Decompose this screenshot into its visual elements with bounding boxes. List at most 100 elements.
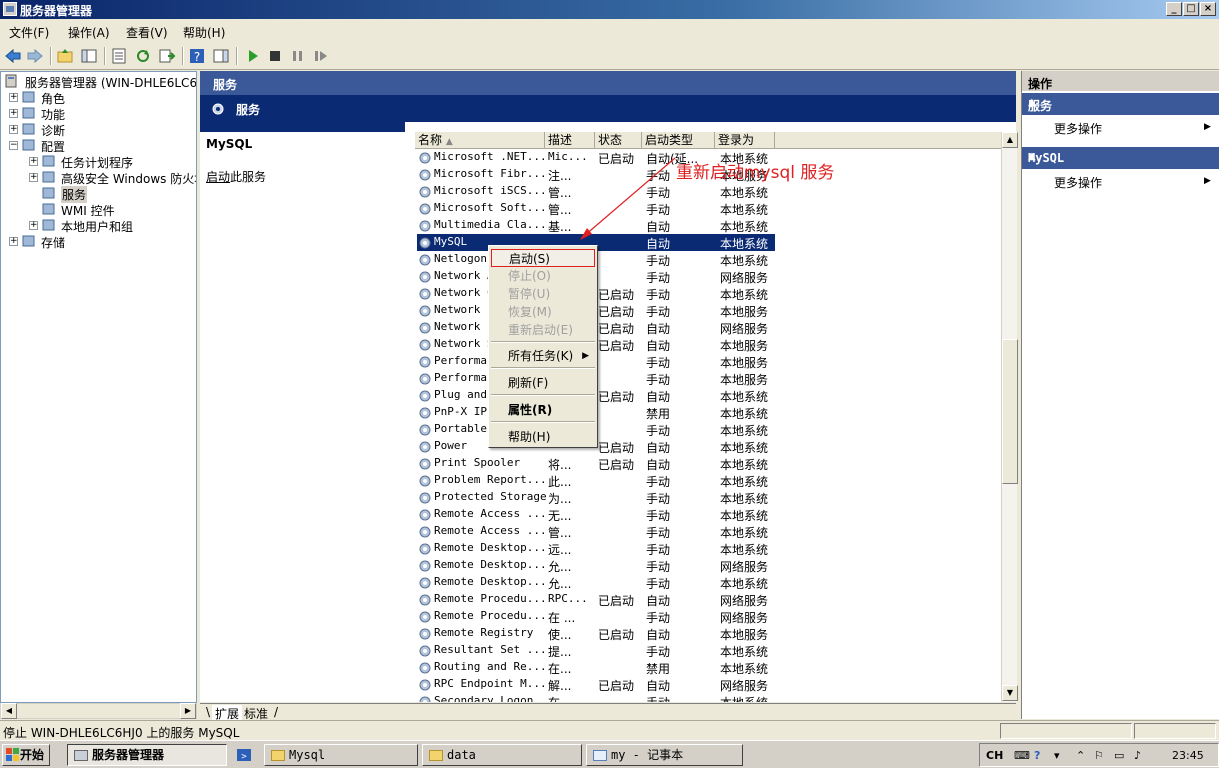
service-row[interactable]: Secondary Logon 在... 手动本地系统: [415, 693, 1001, 702]
service-cell: 使...: [548, 628, 572, 642]
service-row[interactable]: Remote Procedu... RPC... 已启动 自动 网络服务: [415, 591, 1001, 608]
service-gear-icon: [419, 645, 431, 657]
service-row[interactable]: Remote Access ... 无... 手动 本地系统: [415, 506, 1001, 523]
service-cell: 允...: [548, 560, 572, 574]
service-cell: RPC Endpoint M...: [434, 677, 546, 690]
menu-restart: 重新启动(E): [508, 323, 573, 337]
menu-all-tasks[interactable]: 所有任务(K) ▶: [491, 347, 595, 365]
scroll-right-icon[interactable]: ▶: [180, 703, 196, 719]
menu-help[interactable]: 帮助(H): [491, 428, 595, 446]
service-row[interactable]: Multimedia Cla... 基... 自动 本地系统: [415, 217, 1001, 234]
scroll-left-icon[interactable]: ◀: [1, 703, 17, 719]
service-row[interactable]: Remote Procedu... 在 ... 手动 网络服务: [415, 608, 1001, 625]
taskbar-server-manager[interactable]: 服务器管理器: [67, 744, 227, 766]
service-cell: 网络服务: [720, 560, 769, 574]
service-cell: 网络服务: [720, 594, 769, 608]
more-actions-mysql[interactable]: 更多操作: [1054, 174, 1102, 191]
service-gear-icon: [419, 543, 431, 555]
service-gear-icon: [419, 526, 431, 538]
service-gear-icon: [419, 186, 431, 198]
service-gear-icon: [419, 594, 431, 606]
service-cell: 在...: [548, 694, 594, 702]
show-hidden-icons[interactable]: ⌃: [1076, 749, 1085, 762]
service-cell: Remote Desktop...: [434, 575, 546, 588]
service-cell: 本地系统: [720, 237, 769, 251]
service-cell: Remote Desktop...: [434, 541, 546, 554]
menu-start[interactable]: 启动(S): [491, 249, 595, 267]
taskbar-mysql-folder[interactable]: Mysql: [264, 744, 418, 766]
service-gear-icon: [419, 254, 431, 266]
service-cell: 自动: [646, 339, 671, 353]
actions-section-services[interactable]: 服务 ▲: [1022, 93, 1219, 115]
service-row[interactable]: Remote Desktop... 允... 手动 网络服务: [415, 557, 1001, 574]
service-cell: Multimedia Cla...: [434, 218, 546, 231]
service-cell: 本地系统: [720, 441, 769, 455]
start-button[interactable]: 开始: [2, 744, 50, 766]
service-cell: 手动: [646, 577, 671, 591]
service-cell: 手动: [646, 560, 671, 574]
collapse-icon[interactable]: ▲: [1028, 97, 1214, 108]
service-row[interactable]: Microsoft iSCS... 管... 手动 本地系统: [415, 183, 1001, 200]
service-row[interactable]: Protected Storage 为... 手动 本地系统: [415, 489, 1001, 506]
service-cell: 手动: [646, 288, 671, 302]
service-gear-icon: [419, 628, 431, 640]
service-row[interactable]: Routing and Re... 在... 禁用 本地系统: [415, 659, 1001, 676]
tab-end-suffix: /: [274, 705, 279, 719]
flag-icon[interactable]: ⚐: [1094, 749, 1104, 762]
tray-dropdown-icon[interactable]: ▾: [1054, 749, 1060, 762]
menu-stop: 停止(O): [508, 269, 551, 283]
scroll-thumb[interactable]: [1002, 339, 1018, 484]
chevron-right-icon: ▶: [1204, 122, 1211, 132]
taskbar-notepad[interactable]: my - 记事本: [586, 744, 743, 766]
scroll-up-icon[interactable]: ▲: [1002, 132, 1018, 148]
menu-resume: 恢复(M): [508, 305, 552, 319]
service-row[interactable]: RPC Endpoint M... 解... 已启动 自动 网络服务: [415, 676, 1001, 693]
scroll-down-icon[interactable]: ▼: [1002, 685, 1018, 701]
service-gear-icon: [419, 662, 431, 674]
service-list-scrollbar[interactable]: ▲ ▼: [1001, 132, 1018, 702]
volume-icon[interactable]: ♪: [1134, 749, 1141, 762]
folder-icon: [429, 750, 443, 761]
service-cell: 自动: [646, 594, 671, 608]
service-gear-icon: [419, 458, 431, 470]
service-cell: 自动: [646, 441, 671, 455]
menu-refresh[interactable]: 刷新(F): [491, 374, 595, 392]
service-row[interactable]: Microsoft Soft... 管... 手动 本地系统: [415, 200, 1001, 217]
service-cell: 手动: [646, 305, 671, 319]
service-row[interactable]: Remote Registry 使... 已启动 自动 本地服务: [415, 625, 1001, 642]
language-indicator[interactable]: CH: [986, 749, 1003, 762]
service-gear-icon: [419, 390, 431, 402]
more-actions-services[interactable]: 更多操作: [1054, 120, 1102, 137]
service-gear-icon: [419, 373, 431, 385]
actions-section-mysql[interactable]: MySQL ▲: [1022, 147, 1219, 169]
service-cell: 本地系统: [720, 694, 778, 702]
collapse-icon[interactable]: ▲: [1028, 151, 1214, 162]
menu-separator: [491, 367, 595, 369]
powershell-icon[interactable]: >: [236, 747, 252, 763]
service-cell: Microsoft .NET...: [434, 150, 546, 163]
svg-text:>: >: [241, 752, 247, 762]
service-row[interactable]: Resultant Set ... 提... 手动 本地系统: [415, 642, 1001, 659]
service-gear-icon: [419, 679, 431, 691]
service-cell: 手动: [646, 543, 671, 557]
network-icon[interactable]: ▭: [1114, 749, 1124, 762]
service-cell: 手动: [646, 526, 671, 540]
chevron-right-icon: ▶: [582, 351, 589, 361]
tree-horizontal-scrollbar[interactable]: ◀ ▶: [0, 703, 197, 719]
service-gear-icon: [419, 475, 431, 487]
service-cell: Problem Report...: [434, 473, 546, 486]
service-cell: RPC...: [548, 592, 588, 605]
service-gear-icon: [419, 509, 431, 521]
service-row[interactable]: Remote Desktop... 远... 手动 本地系统: [415, 540, 1001, 557]
service-row[interactable]: Remote Access ... 管... 手动 本地系统: [415, 523, 1001, 540]
service-row[interactable]: Problem Report... 此... 手动 本地系统: [415, 472, 1001, 489]
service-row[interactable]: Remote Desktop... 允... 手动 本地系统: [415, 574, 1001, 591]
taskbar-data-folder[interactable]: data: [422, 744, 582, 766]
menu-properties[interactable]: 属性(R): [491, 401, 595, 419]
keyboard-icon[interactable]: ⌨: [1014, 749, 1030, 762]
clock[interactable]: 23:45: [1172, 749, 1204, 762]
service-gear-icon: [419, 611, 431, 623]
help-circle-icon[interactable]: ?: [1034, 749, 1040, 762]
service-row[interactable]: Print Spooler 将... 已启动 自动 本地系统: [415, 455, 1001, 472]
service-cell: 无...: [548, 509, 572, 523]
